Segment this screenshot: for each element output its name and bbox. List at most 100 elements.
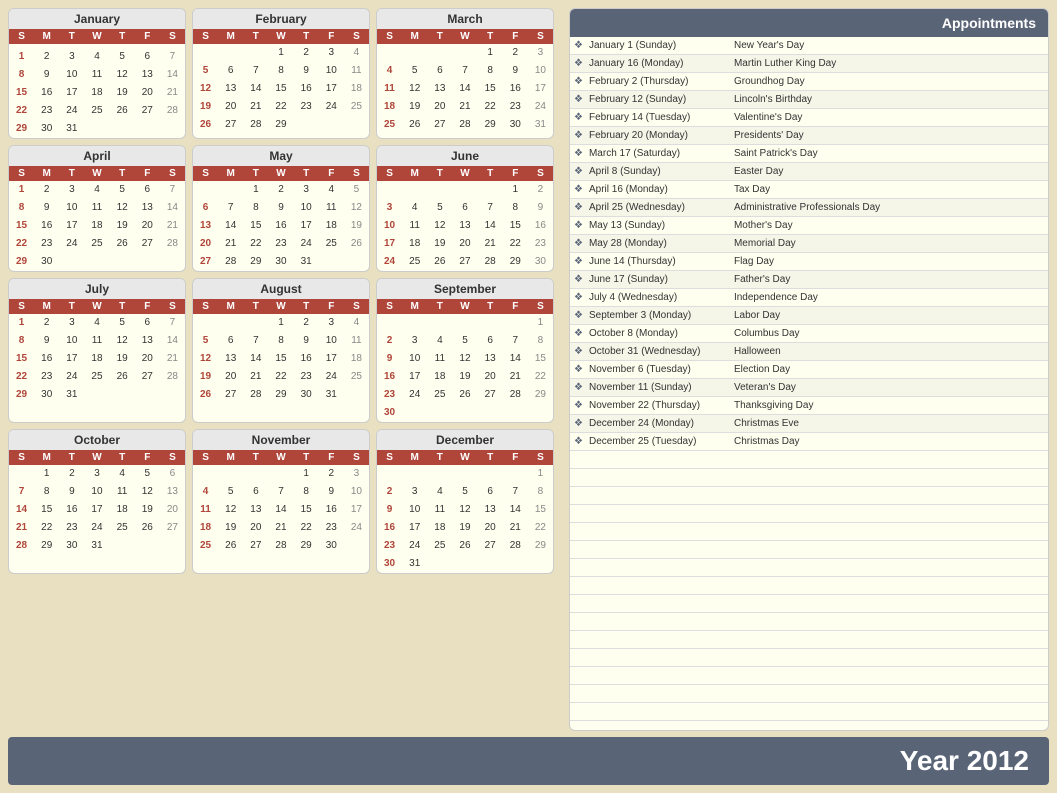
cal-day: 24 xyxy=(319,98,344,116)
dow-label: M xyxy=(34,450,59,465)
cal-day: 1 xyxy=(528,465,553,483)
cal-day: 31 xyxy=(294,253,319,271)
cal-day: 21 xyxy=(503,519,528,537)
cal-grid-may: SMTWTFS123456789101112131415161718192021… xyxy=(193,166,369,271)
cal-header-february: February xyxy=(193,9,369,29)
appointment-name: Columbus Day xyxy=(732,327,1048,340)
cal-day: 13 xyxy=(452,217,477,235)
dow-label: F xyxy=(135,166,160,181)
dow-label: T xyxy=(294,299,319,314)
cal-day: 7 xyxy=(160,181,185,199)
appointment-row: ❖January 1 (Sunday)New Year's Day xyxy=(570,37,1048,55)
cal-day: 7 xyxy=(478,199,503,217)
cal-day: 15 xyxy=(9,350,34,368)
cal-day: 5 xyxy=(110,181,135,199)
cal-day xyxy=(344,537,369,555)
appointment-date: April 25 (Wednesday) xyxy=(587,201,732,214)
cal-day: 4 xyxy=(402,199,427,217)
dow-label: S xyxy=(344,450,369,465)
cal-day: 11 xyxy=(110,483,135,501)
cal-day xyxy=(110,253,135,271)
dow-label: T xyxy=(427,29,452,44)
cal-day xyxy=(193,181,218,199)
cal-day xyxy=(478,555,503,573)
appointment-name: Saint Patrick's Day xyxy=(732,147,1048,160)
cal-day: 6 xyxy=(193,199,218,217)
cal-day: 15 xyxy=(268,80,293,98)
cal-day: 9 xyxy=(503,62,528,80)
appointment-empty-row xyxy=(570,469,1048,487)
appointment-name: Presidents' Day xyxy=(732,129,1048,142)
cal-day: 5 xyxy=(452,483,477,501)
cal-day xyxy=(377,465,402,483)
cal-day: 14 xyxy=(218,217,243,235)
cal-day: 8 xyxy=(9,66,34,84)
cal-day: 2 xyxy=(59,465,84,483)
appointment-empty-row xyxy=(570,451,1048,469)
cal-day: 30 xyxy=(34,386,59,404)
appointment-date: January 1 (Sunday) xyxy=(587,39,732,52)
dow-label: T xyxy=(243,299,268,314)
appointment-row: ❖January 16 (Monday)Martin Luther King D… xyxy=(570,55,1048,73)
cal-day xyxy=(478,181,503,199)
cal-day: 28 xyxy=(268,537,293,555)
cal-day: 3 xyxy=(528,44,553,62)
cal-day: 5 xyxy=(110,314,135,332)
cal-day: 1 xyxy=(294,465,319,483)
cal-day: 9 xyxy=(34,66,59,84)
cal-day: 21 xyxy=(503,368,528,386)
cal-day: 23 xyxy=(294,368,319,386)
dow-label: F xyxy=(319,450,344,465)
dow-label: T xyxy=(59,29,84,44)
appointment-empty-row xyxy=(570,541,1048,559)
cal-day: 2 xyxy=(34,314,59,332)
calendar-row-3: JulySMTWTFS12345678910111213141516171819… xyxy=(8,278,563,423)
dow-label: M xyxy=(34,29,59,44)
appointment-diamond-icon: ❖ xyxy=(570,184,587,195)
cal-day: 18 xyxy=(344,350,369,368)
cal-day: 18 xyxy=(84,350,109,368)
appointment-date: November 22 (Thursday) xyxy=(587,399,732,412)
cal-day: 12 xyxy=(427,217,452,235)
cal-day xyxy=(243,465,268,483)
cal-day xyxy=(427,44,452,62)
cal-day: 16 xyxy=(34,350,59,368)
appointment-name: Independence Day xyxy=(732,291,1048,304)
cal-day: 20 xyxy=(218,98,243,116)
dow-label: W xyxy=(268,166,293,181)
cal-day: 25 xyxy=(402,253,427,271)
cal-day: 23 xyxy=(34,368,59,386)
cal-day xyxy=(452,314,477,332)
appointment-date: March 17 (Saturday) xyxy=(587,147,732,160)
cal-day: 17 xyxy=(59,350,84,368)
cal-header-december: December xyxy=(377,430,553,450)
dow-label: F xyxy=(503,29,528,44)
dow-label: M xyxy=(34,299,59,314)
cal-day: 30 xyxy=(528,253,553,271)
cal-day: 19 xyxy=(135,501,160,519)
dow-label: M xyxy=(402,450,427,465)
cal-day: 14 xyxy=(243,80,268,98)
calendar-october: OctoberSMTWTFS12345678910111213141516171… xyxy=(8,429,186,574)
cal-day: 10 xyxy=(402,501,427,519)
cal-day: 20 xyxy=(452,235,477,253)
cal-day xyxy=(427,465,452,483)
appointment-row: ❖November 6 (Tuesday)Election Day xyxy=(570,361,1048,379)
dow-label: T xyxy=(110,299,135,314)
cal-day: 9 xyxy=(34,332,59,350)
cal-day: 1 xyxy=(528,314,553,332)
cal-header-october: October xyxy=(9,430,185,450)
cal-day: 26 xyxy=(427,253,452,271)
calendar-row-2: AprilSMTWTFS1234567891011121314151617181… xyxy=(8,145,563,272)
cal-grid-july: SMTWTFS123456789101112131415161718192021… xyxy=(9,299,185,404)
appointment-name: Martin Luther King Day xyxy=(732,57,1048,70)
cal-day: 15 xyxy=(528,501,553,519)
appointment-row: ❖June 17 (Sunday)Father's Day xyxy=(570,271,1048,289)
cal-day: 18 xyxy=(110,501,135,519)
cal-day: 21 xyxy=(478,235,503,253)
cal-day: 5 xyxy=(193,62,218,80)
cal-grid-march: SMTWTFS123456789101112131415161718192021… xyxy=(377,29,553,134)
appointment-diamond-icon: ❖ xyxy=(570,274,587,285)
dow-label: S xyxy=(377,450,402,465)
cal-day: 5 xyxy=(402,62,427,80)
